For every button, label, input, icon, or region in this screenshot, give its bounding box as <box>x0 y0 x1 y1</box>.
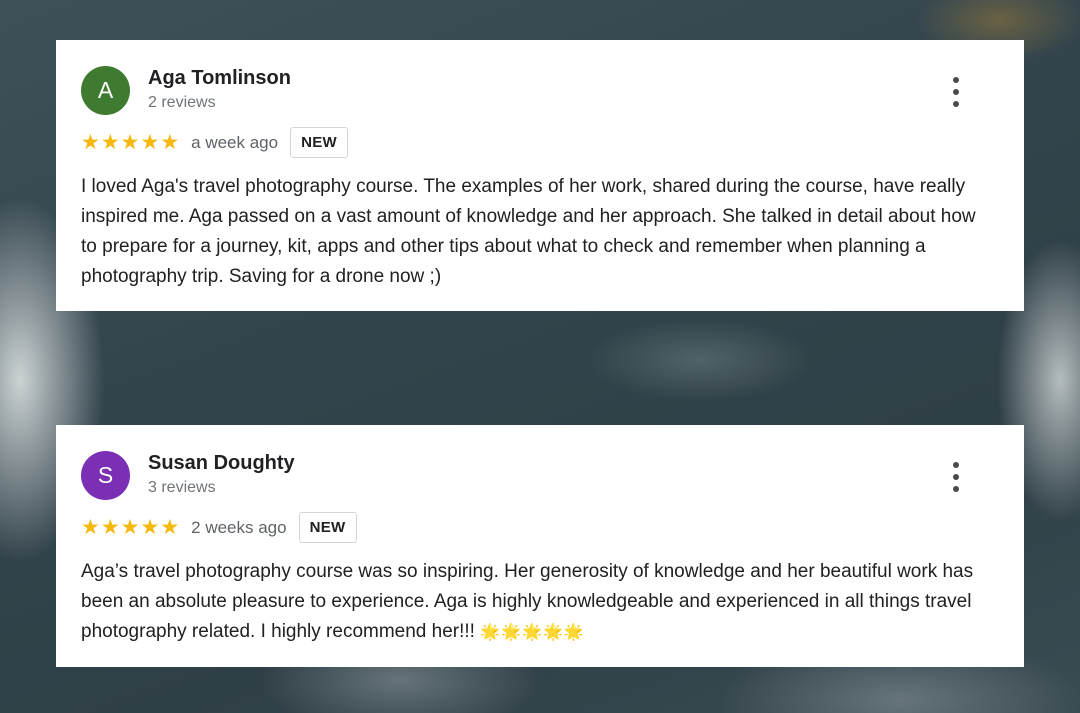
rating-row: ★ ★ ★ ★ ★ a week ago NEW <box>81 126 348 159</box>
new-badge: NEW <box>298 512 357 543</box>
star-icon: ★ <box>120 131 140 154</box>
review-text: Aga’s travel photography course was so i… <box>81 557 986 648</box>
avatar[interactable]: A <box>81 66 130 115</box>
new-badge: NEW <box>290 127 348 158</box>
star-icon: ★ <box>160 516 180 539</box>
glowing-star-emoji: 🌟🌟🌟🌟🌟 <box>480 624 585 641</box>
star-icon: ★ <box>81 516 100 539</box>
more-options-icon[interactable] <box>944 77 968 107</box>
review-time: a week ago <box>191 132 279 152</box>
reviewer-name[interactable]: Susan Doughty <box>148 452 295 475</box>
rating-row: ★ ★ ★ ★ ★ 2 weeks ago NEW <box>81 511 357 544</box>
star-icon: ★ <box>160 131 180 154</box>
more-options-icon[interactable] <box>944 462 968 492</box>
star-icon: ★ <box>140 131 160 154</box>
star-icon: ★ <box>100 131 120 154</box>
avatar[interactable]: S <box>81 451 130 500</box>
star-icon: ★ <box>120 516 140 539</box>
review-count: 3 reviews <box>148 479 216 496</box>
star-rating: ★ ★ ★ ★ ★ <box>81 132 179 153</box>
star-icon: ★ <box>100 516 120 539</box>
review-body: I loved Aga's travel photography course.… <box>81 176 976 287</box>
review-time: 2 weeks ago <box>191 517 287 537</box>
reviewer-name[interactable]: Aga Tomlinson <box>148 67 291 90</box>
star-rating: ★ ★ ★ ★ ★ <box>81 517 179 538</box>
star-icon: ★ <box>140 516 160 539</box>
star-icon: ★ <box>81 131 100 154</box>
review-card: A Aga Tomlinson 2 reviews ★ ★ ★ ★ ★ a we… <box>56 40 1024 311</box>
review-text: I loved Aga's travel photography course.… <box>81 172 981 292</box>
review-count: 2 reviews <box>148 94 216 111</box>
review-card: S Susan Doughty 3 reviews ★ ★ ★ ★ ★ 2 we… <box>56 425 1024 667</box>
